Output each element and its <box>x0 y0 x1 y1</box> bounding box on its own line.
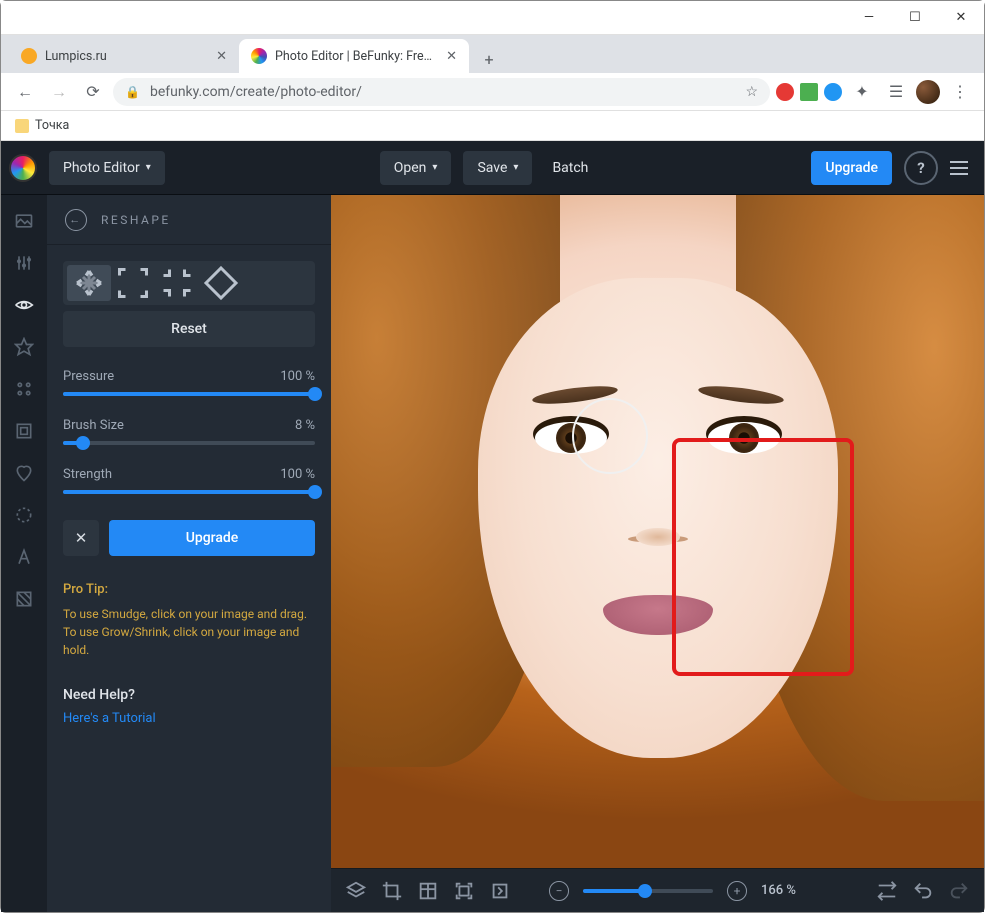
canvas-area: − + 166 % <box>331 195 984 912</box>
pressure-label: Pressure <box>63 369 114 384</box>
menu-button[interactable]: ⋮ <box>946 78 974 106</box>
upgrade-button[interactable]: Upgrade <box>109 520 315 556</box>
tab-strip: Lumpics.ru ✕ Photo Editor | BeFunky: Fre… <box>1 35 984 73</box>
title-bar: — ☐ ✕ <box>1 1 984 35</box>
photo-editor-dropdown[interactable]: Photo Editor▾ <box>49 151 165 185</box>
lock-icon: 🔒 <box>125 85 140 99</box>
back-icon[interactable]: ← <box>65 209 87 231</box>
left-rail <box>1 195 47 912</box>
zoom-out-button[interactable]: − <box>549 881 569 901</box>
reload-button[interactable]: ⟳ <box>79 78 107 106</box>
app-body: ← RESHAPE Reset Pressure 100 % <box>1 195 984 912</box>
panel-title: RESHAPE <box>101 213 171 227</box>
help-button[interactable]: ? <box>904 151 938 185</box>
compare-icon[interactable] <box>876 880 898 902</box>
photo-image <box>331 195 984 868</box>
bookmark-star-icon[interactable]: ☆ <box>745 84 758 100</box>
brush-slider[interactable] <box>63 441 315 445</box>
panel-header: ← RESHAPE <box>47 195 331 245</box>
tab-title: Lumpics.ru <box>45 49 208 64</box>
bookmarks-bar: Точка <box>1 111 984 141</box>
address-bar: ← → ⟳ 🔒 befunky.com/create/photo-editor/… <box>1 73 984 111</box>
extension-icon[interactable] <box>800 83 818 101</box>
extension-icon[interactable] <box>824 83 842 101</box>
expand-icon[interactable] <box>489 880 511 902</box>
heart-icon[interactable] <box>14 463 34 483</box>
smudge-tool-icon[interactable] <box>67 265 111 301</box>
grow-tool-icon[interactable] <box>111 265 155 301</box>
window-frame: — ☐ ✕ Lumpics.ru ✕ Photo Editor | BeFunk… <box>0 0 985 913</box>
redo-icon[interactable] <box>948 880 970 902</box>
close-button[interactable]: ✕ <box>938 1 984 35</box>
browser-tab[interactable]: Photo Editor | BeFunky: Free Onl ✕ <box>239 39 469 73</box>
batch-button[interactable]: Batch <box>544 160 596 176</box>
bookmark-item[interactable]: Точка <box>35 118 69 133</box>
protip-body: To use Smudge, click on your image and d… <box>63 605 315 659</box>
frame-icon[interactable] <box>14 421 34 441</box>
brush-cursor-icon <box>572 398 648 474</box>
upgrade-button[interactable]: Upgrade <box>811 151 892 185</box>
crop-icon[interactable] <box>381 880 403 902</box>
protip-title: Pro Tip: <box>63 582 315 597</box>
strength-slider[interactable] <box>63 490 315 494</box>
panel-body: Reset Pressure 100 % Brush Size 8 % Streng… <box>47 245 331 912</box>
pressure-value: 100 % <box>280 369 315 384</box>
extension-icon[interactable] <box>776 83 794 101</box>
erase-tool-icon[interactable] <box>199 265 243 301</box>
reshape-tools <box>63 261 315 305</box>
close-icon[interactable]: ✕ <box>446 49 457 64</box>
texture-icon[interactable] <box>14 589 34 609</box>
extensions-icon[interactable]: ✦ <box>848 78 876 106</box>
retouch-icon[interactable] <box>14 295 34 315</box>
url-input[interactable]: 🔒 befunky.com/create/photo-editor/ ☆ <box>113 78 770 106</box>
reading-list-icon[interactable]: ☰ <box>882 78 910 106</box>
open-menu[interactable]: Open▾ <box>380 151 452 185</box>
befunky-app: Photo Editor▾ Open▾ Save▾ Batch Upgrade … <box>1 141 984 912</box>
strength-value: 100 % <box>280 467 315 482</box>
profile-avatar[interactable] <box>916 80 940 104</box>
fit-icon[interactable] <box>453 880 475 902</box>
folder-icon <box>15 119 29 133</box>
pressure-slider[interactable] <box>63 392 315 396</box>
zoom-in-button[interactable]: + <box>727 881 747 901</box>
selection-highlight <box>672 438 854 676</box>
favicon-icon <box>251 48 267 64</box>
new-tab-button[interactable]: + <box>475 45 503 73</box>
menu-icon[interactable] <box>950 161 968 175</box>
close-icon[interactable]: ✕ <box>216 49 227 64</box>
maximize-button[interactable]: ☐ <box>892 1 938 35</box>
shape2-icon[interactable] <box>14 505 34 525</box>
text-icon[interactable] <box>14 547 34 567</box>
adjust-icon[interactable] <box>14 253 34 273</box>
side-panel: ← RESHAPE Reset Pressure 100 % <box>47 195 331 912</box>
tab-title: Photo Editor | BeFunky: Free Onl <box>275 49 438 64</box>
forward-button[interactable]: → <box>45 78 73 106</box>
cancel-button[interactable]: ✕ <box>63 520 99 556</box>
zoom-value: 166 % <box>761 883 796 898</box>
bottom-toolbar: − + 166 % <box>331 868 984 912</box>
browser-tab[interactable]: Lumpics.ru ✕ <box>9 39 239 73</box>
brush-value: 8 % <box>295 418 315 433</box>
layers-icon[interactable] <box>345 880 367 902</box>
help-title: Need Help? <box>63 687 315 703</box>
app-header: Photo Editor▾ Open▾ Save▾ Batch Upgrade … <box>1 141 984 195</box>
star-icon[interactable] <box>14 337 34 357</box>
minimize-button[interactable]: — <box>846 1 892 35</box>
brush-label: Brush Size <box>63 418 124 433</box>
url-text: befunky.com/create/photo-editor/ <box>150 84 362 100</box>
strength-label: Strength <box>63 467 112 482</box>
save-menu[interactable]: Save▾ <box>463 151 532 185</box>
back-button[interactable]: ← <box>11 78 39 106</box>
undo-icon[interactable] <box>912 880 934 902</box>
photo-canvas[interactable] <box>331 195 984 868</box>
favicon-icon <box>21 48 37 64</box>
shrink-tool-icon[interactable] <box>155 265 199 301</box>
zoom-slider[interactable] <box>583 889 713 893</box>
reset-button[interactable]: Reset <box>63 311 315 347</box>
grid-icon[interactable] <box>417 880 439 902</box>
shapes-icon[interactable] <box>14 379 34 399</box>
tutorial-link[interactable]: Here's a Tutorial <box>63 711 315 726</box>
image-icon[interactable] <box>14 211 34 231</box>
befunky-logo-icon[interactable] <box>9 154 37 182</box>
